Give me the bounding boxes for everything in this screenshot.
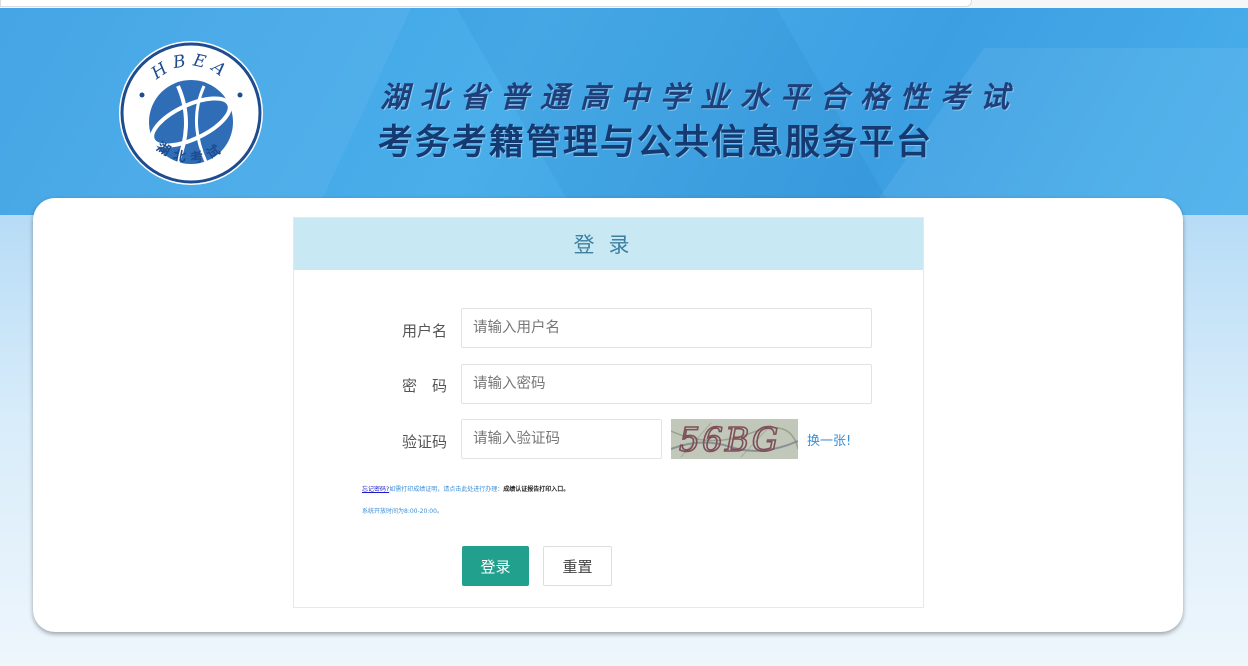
forgot-password-link[interactable]: 忘记密码? — [362, 486, 389, 493]
login-heading: 登录 — [294, 218, 923, 270]
hbea-logo-icon: HBEA 湖北考试 — [119, 41, 263, 185]
address-bar-edge — [0, 0, 972, 7]
captcha-image[interactable]: 56BG — [671, 419, 798, 459]
password-input[interactable] — [461, 364, 872, 404]
notice-line: 忘记密码?如需打印成绩证明，请点击此处进行办理：成绩认证报告打印入口。 — [362, 484, 569, 493]
score-print-entry-link[interactable]: 成绩认证报告打印入口。 — [503, 486, 569, 493]
reset-button[interactable]: 重置 — [543, 546, 612, 586]
username-label: 用户名 — [401, 322, 447, 340]
captcha-refresh-link[interactable]: 换一张! — [807, 430, 851, 449]
svg-text:56BG: 56BG — [679, 420, 780, 459]
captcha-label: 验证码 — [401, 433, 447, 451]
username-input[interactable] — [461, 308, 872, 348]
captcha-input[interactable] — [461, 419, 662, 459]
header-title-line1: 湖北省普通高中学业水平合格性考试 — [380, 80, 1021, 114]
browser-top-strip — [0, 0, 1248, 8]
header-title-line2: 考务考籍管理与公共信息服务平台 — [378, 122, 934, 163]
open-hours-text: 系统开放时间为8:00-20:00。 — [362, 508, 443, 515]
password-label: 密 码 — [401, 377, 447, 395]
login-button[interactable]: 登录 — [462, 546, 529, 586]
notice-text: 如需打印成绩证明，请点击此处进行办理： — [389, 486, 504, 493]
